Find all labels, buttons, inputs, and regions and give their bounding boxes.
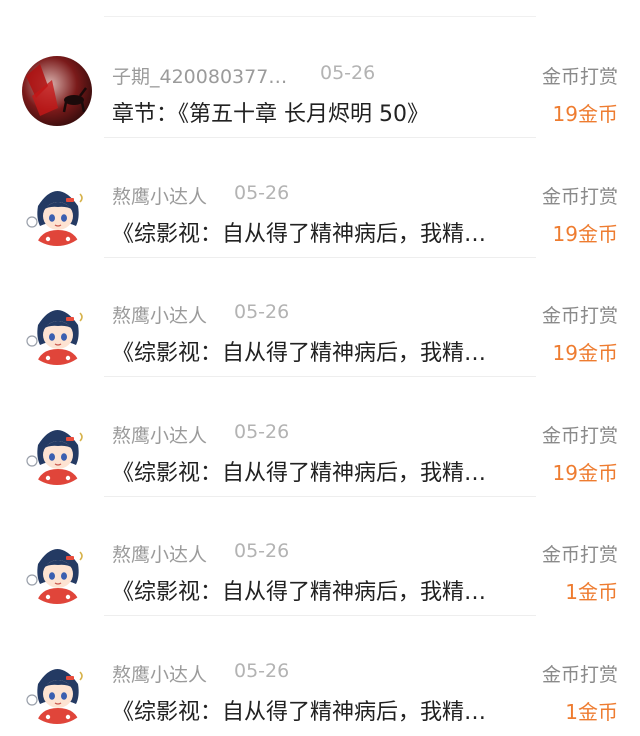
reward-amount: 19金币	[552, 221, 618, 246]
user-name[interactable]: 熬鹰小达人	[112, 301, 207, 328]
reward-type-label: 金币打赏	[541, 544, 618, 566]
user-name[interactable]: 熬鹰小达人	[112, 182, 207, 209]
reward-record-row[interactable]: 熬鹰小达人 05-26 《综影视：自从得了精神病后，我精… 金币打赏 1金币	[0, 616, 640, 736]
reward-type-label: 金币打赏	[541, 66, 618, 88]
reward-record-row[interactable]: 子期_420080377… 05-26 章节：《第五十章 长月烬明 50》 金币打赏 1…	[0, 18, 640, 138]
record-date: 05-26	[234, 301, 290, 323]
record-date: 05-26	[234, 659, 290, 682]
record-date: 05-26	[234, 540, 290, 562]
record-date: 05-26	[234, 420, 290, 443]
record-title[interactable]: 《综影视：自从得了精神病后，我精…	[112, 335, 486, 367]
record-title[interactable]: 章节：《第五十章 长月烬明 50》	[112, 96, 429, 128]
reward-amount: 19金币	[552, 341, 618, 365]
reward-record-row[interactable]: 熬鹰小达人 05-26 《综影视：自从得了精神病后，我精… 金币打赏 19金币	[0, 377, 640, 497]
record-title[interactable]: 《综影视：自从得了精神病后，我精…	[112, 574, 486, 606]
user-name[interactable]: 熬鹰小达人	[112, 540, 207, 567]
avatar-cartoon-girl[interactable]	[22, 653, 92, 724]
reward-type-label: 金币打赏	[541, 305, 618, 327]
reward-type-label: 金币打赏	[541, 663, 618, 686]
reward-amount: 1金币	[565, 699, 618, 724]
reward-record-row[interactable]: 熬鹰小达人 05-26 《综影视：自从得了精神病后，我精… 金币打赏 19金币	[0, 138, 640, 258]
record-date: 05-26	[320, 62, 376, 84]
record-title[interactable]: 《综影视：自从得了精神病后，我精…	[112, 694, 486, 726]
avatar-cartoon-girl[interactable]	[22, 534, 92, 604]
user-name[interactable]: 熬鹰小达人	[112, 660, 207, 687]
top-divider	[104, 16, 536, 17]
record-date: 05-26	[234, 181, 290, 204]
reward-type-label: 金币打赏	[541, 424, 618, 447]
reward-record-row[interactable]: 熬鹰小达人 05-26 《综影视：自从得了精神病后，我精… 金币打赏 1金币	[0, 496, 640, 616]
reward-record-row[interactable]: 熬鹰小达人 05-26 《综影视：自从得了精神病后，我精… 金币打赏 19金币	[0, 257, 640, 377]
reward-amount: 19金币	[552, 102, 618, 126]
reward-type-label: 金币打赏	[541, 185, 618, 208]
record-title[interactable]: 《综影视：自从得了精神病后，我精…	[112, 216, 486, 248]
user-name[interactable]: 子期_420080377…	[112, 62, 287, 89]
avatar-cartoon-girl[interactable]	[22, 295, 92, 365]
record-title[interactable]: 《综影视：自从得了精神病后，我精…	[112, 455, 486, 487]
avatar-cartoon-girl[interactable]	[22, 175, 92, 246]
avatar-cartoon-girl[interactable]	[22, 414, 92, 485]
reward-amount: 1金币	[565, 580, 618, 604]
reward-amount: 19金币	[552, 460, 618, 485]
avatar-dark-art[interactable]	[22, 56, 92, 126]
user-name[interactable]: 熬鹰小达人	[112, 421, 207, 448]
